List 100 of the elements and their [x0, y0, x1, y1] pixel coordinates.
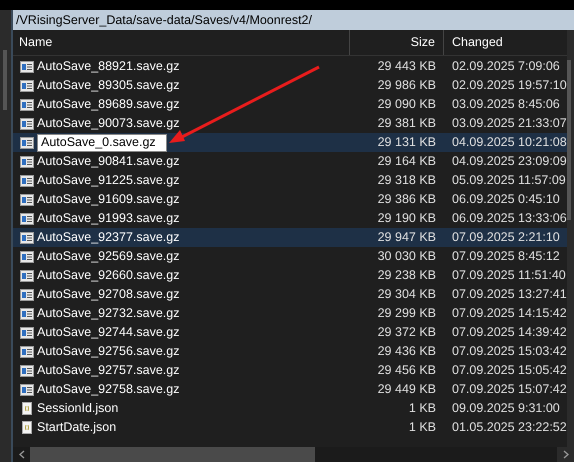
file-name: AutoSave_91993.save.gz [37, 210, 180, 228]
modified-date: 07.09.2025 14:15:42 [452, 306, 567, 320]
modified-date: 05.09.2025 11:57:09 [452, 173, 566, 188]
file-icon [20, 250, 34, 262]
file-name: AutoSave_92569.save.gz [37, 248, 180, 266]
file-row[interactable]: AutoSave_90841.save.gz 29 164 KB 04.09.2025 23:09:09 [13, 152, 567, 171]
file-size: 29 947 KB [378, 229, 436, 246]
file-size: 29 443 KB [378, 58, 436, 76]
file-row[interactable]: SessionId.json 1 KB 09.09.2025 9:31:00 [13, 399, 567, 418]
file-icon [20, 194, 34, 206]
scrollbar-thumb[interactable] [3, 50, 7, 110]
file-row[interactable]: AutoSave_92744.save.gz 29 372 KB 07.09.2025 14:39:42 [13, 323, 567, 342]
file-size: 29 190 KB [378, 210, 436, 228]
file-row[interactable]: AutoSave_92377.save.gz 29 947 KB 07.09.2025 2:21:10 [13, 228, 567, 247]
file-icon [20, 364, 34, 376]
file-icon [20, 156, 34, 168]
file-size: 1 KB [408, 400, 436, 418]
file-size: 29 436 KB [378, 343, 436, 360]
file-name: AutoSave_92756.save.gz [37, 343, 180, 360]
file-name: AutoSave_92732.save.gz [37, 305, 180, 322]
modified-date: 07.09.2025 11:51:40 [452, 268, 566, 282]
file-icon [20, 326, 34, 338]
file-row[interactable]: AutoSave_91225.save.gz 29 318 KB 05.09.2025 11:57:09 [13, 171, 567, 190]
chevron-right-icon [562, 450, 568, 459]
modified-date: 07.09.2025 15:05:42 [452, 363, 567, 378]
file-icon [20, 346, 34, 358]
file-icon [20, 60, 34, 72]
modified-date: 04.09.2025 10:21:08 [452, 135, 567, 150]
file-row[interactable]: AutoSave_91993.save.gz 29 190 KB 06.09.2025 13:33:06 [13, 209, 567, 228]
modified-date: 07.09.2025 15:07:42 [452, 382, 567, 396]
modified-date: 03.09.2025 21:33:07 [452, 116, 567, 130]
file-row[interactable]: AutoSave_92708.save.gz 29 304 KB 07.09.2025 13:27:41 [13, 285, 567, 304]
modified-date: 03.09.2025 8:45:06 [452, 97, 560, 112]
rename-field[interactable]: AutoSave_0.save.gz [37, 134, 167, 152]
scroll-left-button[interactable] [13, 447, 30, 462]
modified-date: 07.09.2025 2:21:10 [452, 230, 560, 244]
chevron-left-icon [18, 450, 24, 459]
file-size: 29 131 KB [378, 134, 436, 152]
file-row[interactable]: AutoSave_92660.save.gz 29 238 KB 07.09.2025 11:51:40 [13, 266, 567, 285]
file-row[interactable]: AutoSave_0.save.gz 29 131 KB 04.09.2025 10:21:08 [13, 133, 567, 152]
file-row[interactable]: AutoSave_92758.save.gz 29 449 KB 07.09.2025 15:07:42 [13, 380, 567, 399]
file-row[interactable]: AutoSave_89305.save.gz 29 986 KB 02.09.2025 19:57:10 [13, 76, 567, 95]
modified-date: 01.05.2025 23:22:52 [452, 420, 567, 434]
file-name: AutoSave_92758.save.gz [37, 381, 180, 398]
file-name: AutoSave_89305.save.gz [37, 77, 180, 94]
scrollbar-thumb[interactable] [567, 60, 571, 220]
file-icon [20, 232, 34, 244]
modified-date: 06.09.2025 13:33:06 [452, 211, 567, 226]
modified-date: 02.09.2025 19:57:10 [452, 78, 567, 92]
file-size: 29 381 KB [378, 115, 436, 132]
file-name: AutoSave_91225.save.gz [37, 172, 180, 190]
file-size: 29 299 KB [378, 305, 436, 322]
column-header[interactable]: Name [19, 33, 52, 52]
file-name: AutoSave_92660.save.gz [37, 267, 180, 284]
file-icon [20, 80, 34, 92]
file-size: 1 KB [408, 419, 436, 436]
file-size: 30 030 KB [378, 248, 436, 266]
file-name: AutoSave_90841.save.gz [37, 153, 180, 170]
file-size: 29 456 KB [378, 362, 436, 380]
file-row[interactable]: AutoSave_92732.save.gz 29 299 KB 07.09.2025 14:15:42 [13, 304, 567, 323]
file-size: 29 238 KB [378, 267, 436, 284]
file-name: AutoSave_89689.save.gz [37, 96, 180, 114]
file-size: 29 164 KB [378, 153, 436, 170]
file-size: 29 318 KB [378, 172, 436, 190]
modified-date: 04.09.2025 23:09:09 [452, 154, 567, 168]
column-header[interactable]: Changed [452, 33, 503, 52]
file-row[interactable]: AutoSave_92757.save.gz 29 456 KB 07.09.2025 15:05:42 [13, 361, 567, 380]
modified-date: 07.09.2025 8:45:12 [452, 249, 560, 264]
json-file-icon [22, 421, 32, 434]
file-row[interactable]: AutoSave_89689.save.gz 29 090 KB 03.09.2025 8:45:06 [13, 95, 567, 114]
file-row[interactable]: AutoSave_92756.save.gz 29 436 KB 07.09.2025 15:03:42 [13, 342, 567, 361]
modified-date: 07.09.2025 15:03:42 [452, 344, 567, 358]
file-name: AutoSave_92744.save.gz [37, 324, 180, 342]
file-name: AutoSave_91609.save.gz [37, 191, 180, 208]
file-row[interactable]: AutoSave_88921.save.gz 29 443 KB 02.09.2025 7:09:06 [13, 57, 567, 76]
column-header[interactable]: Size [410, 33, 435, 52]
path-bar[interactable]: /VRisingServer_Data/save-data/Saves/v4/Moonrest2/ [13, 10, 574, 30]
modified-date: 09.09.2025 9:31:00 [452, 401, 560, 416]
file-row[interactable]: AutoSave_92569.save.gz 30 030 KB 07.09.2025 8:45:12 [13, 247, 567, 266]
file-icon [20, 288, 34, 300]
json-file-icon [22, 402, 32, 415]
file-row[interactable]: AutoSave_91609.save.gz 29 386 KB 06.09.2025 0:45:10 [13, 190, 567, 209]
file-size: 29 304 KB [378, 286, 436, 304]
file-icon [20, 212, 34, 224]
file-size: 29 372 KB [378, 324, 436, 342]
file-size: 29 449 KB [378, 381, 436, 398]
modified-date: 06.09.2025 0:45:10 [452, 192, 560, 206]
file-row[interactable]: StartDate.json 1 KB 01.05.2025 23:22:52 [13, 418, 567, 437]
file-row[interactable]: AutoSave_90073.save.gz 29 381 KB 03.09.2025 21:33:07 [13, 114, 567, 133]
file-name: AutoSave_92708.save.gz [37, 286, 180, 304]
file-icon [20, 118, 34, 130]
file-icon [20, 98, 34, 110]
file-name: AutoSave_90073.save.gz [37, 115, 180, 132]
file-name: SessionId.json [37, 400, 118, 418]
file-icon [20, 308, 34, 320]
file-icon [20, 174, 34, 186]
file-size: 29 386 KB [378, 191, 436, 208]
scrollbar-thumb[interactable] [30, 447, 315, 462]
file-size: 29 986 KB [378, 77, 436, 94]
file-name: AutoSave_92377.save.gz [37, 229, 180, 246]
